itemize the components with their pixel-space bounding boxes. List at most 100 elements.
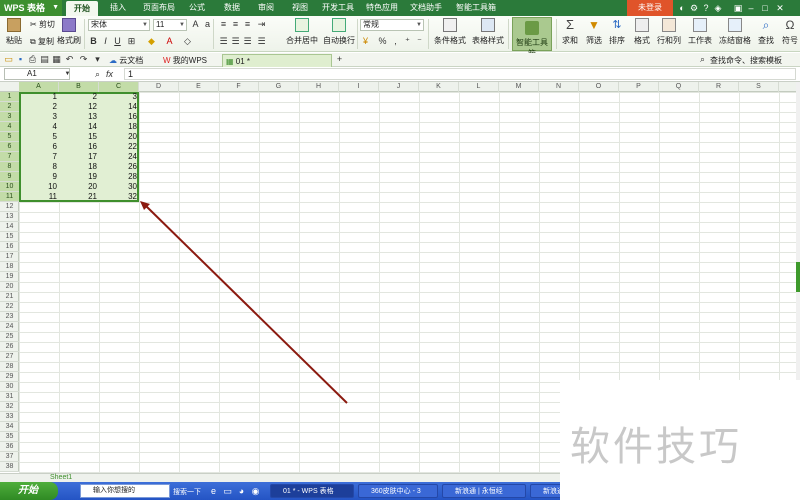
column-header-n[interactable]: N (539, 82, 579, 92)
decrease-decimal-icon[interactable]: ⁻ (414, 36, 425, 47)
formula-input[interactable]: 1 (124, 68, 796, 80)
sort-button[interactable]: ⇅ 排序 (607, 18, 627, 46)
cell-a10[interactable]: 10 (19, 182, 59, 192)
font-size-select[interactable]: 11 ▼ (153, 19, 187, 31)
column-header-g[interactable]: G (259, 82, 299, 92)
cell-a6[interactable]: 6 (19, 142, 59, 152)
align-left-icon[interactable]: ☰ (218, 36, 229, 47)
cell-b5[interactable]: 15 (59, 132, 99, 142)
row-header[interactable]: 11 (0, 192, 19, 202)
cell-b8[interactable]: 18 (59, 162, 99, 172)
column-header-m[interactable]: M (499, 82, 539, 92)
tab-view[interactable]: 视图 (286, 0, 314, 16)
copy-button[interactable]: ⧉ 复制 (30, 36, 54, 47)
row-header[interactable]: 16 (0, 242, 19, 252)
save-icon[interactable]: ▪ (15, 54, 26, 65)
align-right-icon[interactable]: ☰ (242, 36, 253, 47)
cell-a3[interactable]: 3 (19, 112, 59, 122)
help-icon[interactable]: ? (701, 3, 711, 13)
column-header-o[interactable]: O (579, 82, 619, 92)
tab-home[interactable]: 开始 (66, 1, 98, 16)
cell-b10[interactable]: 20 (59, 182, 99, 192)
undo-icon[interactable]: ↶ (64, 54, 75, 65)
open-icon[interactable]: ▭ (3, 54, 14, 65)
row-header[interactable]: 8 (0, 162, 19, 172)
column-header-l[interactable]: L (459, 82, 499, 92)
cell-c11[interactable]: 32 (99, 192, 139, 202)
bold-icon[interactable]: B (88, 36, 99, 47)
cell-c8[interactable]: 26 (99, 162, 139, 172)
row-col-button[interactable]: 行和列 (656, 18, 682, 46)
row-header[interactable]: 13 (0, 212, 19, 222)
table-style-button[interactable]: 表格样式 (470, 18, 506, 46)
conditional-format-button[interactable]: 条件格式 (432, 18, 468, 46)
column-header-e[interactable]: E (179, 82, 219, 92)
underline-icon[interactable]: U (112, 36, 123, 47)
chevron-down-icon[interactable]: ▼ (62, 69, 73, 80)
row-header[interactable]: 36 (0, 442, 19, 452)
cell-a5[interactable]: 5 (19, 132, 59, 142)
cell-a11[interactable]: 11 (19, 192, 59, 202)
row-header[interactable]: 5 (0, 132, 19, 142)
tab-my-wps[interactable]: W 我的WPS (160, 54, 212, 67)
tab-document-01[interactable]: ▦ 01 * (222, 54, 332, 67)
tab-doc-assistant[interactable]: 文档助手 (406, 0, 446, 16)
align-middle-icon[interactable]: ≡ (230, 19, 241, 30)
scrollbar-thumb[interactable] (796, 262, 800, 292)
export-icon[interactable]: ▦ (51, 54, 62, 65)
row-header[interactable]: 24 (0, 322, 19, 332)
font-shrink-icon[interactable]: a (202, 19, 213, 30)
row-header[interactable]: 10 (0, 182, 19, 192)
ie-icon[interactable]: e (208, 486, 219, 497)
cell-c2[interactable]: 14 (99, 102, 139, 112)
row-header[interactable]: 3 (0, 112, 19, 122)
tab-insert[interactable]: 插入 (104, 0, 132, 16)
column-header-f[interactable]: F (219, 82, 259, 92)
cell-a2[interactable]: 2 (19, 102, 59, 112)
row-header[interactable]: 23 (0, 312, 19, 322)
number-format-select[interactable]: 常规 ▼ (360, 19, 424, 31)
font-color-icon[interactable]: A (164, 36, 175, 47)
sum-button[interactable]: Σ 求和 (560, 18, 580, 46)
row-header[interactable]: 27 (0, 352, 19, 362)
share-icon[interactable]: ◈ (713, 3, 723, 13)
cell-c3[interactable]: 16 (99, 112, 139, 122)
row-header[interactable]: 15 (0, 232, 19, 242)
cell-b11[interactable]: 21 (59, 192, 99, 202)
freeze-panes-button[interactable]: 冻结窗格 (718, 18, 752, 46)
cell-c7[interactable]: 24 (99, 152, 139, 162)
filter-button[interactable]: ▼ 筛选 (584, 18, 604, 46)
row-header[interactable]: 9 (0, 172, 19, 182)
smart-toolbox-button[interactable]: 智能工具箱 (512, 17, 552, 58)
name-box[interactable]: A1 (4, 68, 70, 80)
fx-button[interactable]: fx (104, 69, 115, 80)
command-search-icon[interactable]: ⌕ (697, 54, 708, 65)
skin-icon[interactable]: ◐ (677, 3, 687, 13)
row-header[interactable]: 2 (0, 102, 19, 112)
format-painter-button[interactable]: 格式刷 (56, 18, 82, 46)
cell-c4[interactable]: 18 (99, 122, 139, 132)
row-header[interactable]: 18 (0, 262, 19, 272)
cut-button[interactable]: ✂ 剪切 (30, 19, 55, 30)
row-header[interactable]: 17 (0, 252, 19, 262)
qq-icon[interactable]: ◕ (236, 486, 247, 497)
command-search-hint[interactable]: 查找命令、搜索模板 (710, 55, 782, 66)
column-header-d[interactable]: D (139, 82, 179, 92)
cell-c6[interactable]: 22 (99, 142, 139, 152)
column-header-r[interactable]: R (699, 82, 739, 92)
indent-icon[interactable]: ⇥ (256, 19, 267, 30)
tab-smart-toolbox[interactable]: 智能工具箱 (450, 0, 502, 16)
row-header[interactable]: 34 (0, 422, 19, 432)
start-button[interactable]: 开始 (0, 482, 58, 500)
folder-icon[interactable]: ▭ (222, 486, 233, 497)
task-360[interactable]: 360皮肤中心 - 3 (358, 484, 438, 498)
settings-icon[interactable]: ⚙ (689, 3, 699, 13)
print-icon[interactable]: ⎙ (27, 54, 38, 65)
cell-b1[interactable]: 2 (59, 92, 99, 102)
currency-icon[interactable]: ¥ (360, 36, 371, 47)
format-button[interactable]: 格式 (632, 18, 652, 46)
fill-color-icon[interactable]: ◆ (146, 36, 157, 47)
row-header[interactable]: 1 (0, 92, 19, 102)
cell-a9[interactable]: 9 (19, 172, 59, 182)
align-bottom-icon[interactable]: ≡ (242, 19, 253, 30)
